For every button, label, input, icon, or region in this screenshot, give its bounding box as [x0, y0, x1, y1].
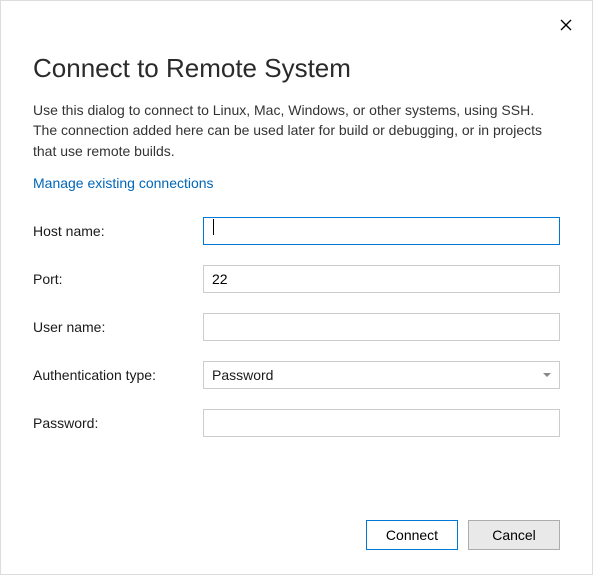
chevron-down-icon — [543, 373, 551, 377]
auth-label: Authentication type: — [33, 367, 203, 383]
password-input[interactable] — [203, 409, 560, 437]
dialog-buttons: Connect Cancel — [366, 520, 560, 550]
dialog-title: Connect to Remote System — [33, 53, 560, 84]
port-row: Port: — [33, 265, 560, 293]
user-label: User name: — [33, 319, 203, 335]
auth-row: Authentication type: Password — [33, 361, 560, 389]
password-row: Password: — [33, 409, 560, 437]
connect-button[interactable]: Connect — [366, 520, 458, 550]
manage-connections-link[interactable]: Manage existing connections — [33, 175, 214, 191]
connect-remote-dialog: Connect to Remote System Use this dialog… — [0, 0, 593, 575]
host-input[interactable] — [203, 217, 560, 245]
user-row: User name: — [33, 313, 560, 341]
text-cursor — [213, 219, 214, 235]
host-label: Host name: — [33, 223, 203, 239]
password-label: Password: — [33, 415, 203, 431]
auth-type-value: Password — [212, 367, 273, 383]
dialog-description: Use this dialog to connect to Linux, Mac… — [33, 100, 560, 161]
cancel-button[interactable]: Cancel — [468, 520, 560, 550]
close-icon — [560, 19, 572, 31]
connection-form: Host name: Port: User name: Authenticati… — [33, 217, 560, 437]
auth-type-select[interactable]: Password — [203, 361, 560, 389]
host-row: Host name: — [33, 217, 560, 245]
port-input[interactable] — [203, 265, 560, 293]
user-input[interactable] — [203, 313, 560, 341]
close-button[interactable] — [556, 15, 576, 35]
port-label: Port: — [33, 271, 203, 287]
